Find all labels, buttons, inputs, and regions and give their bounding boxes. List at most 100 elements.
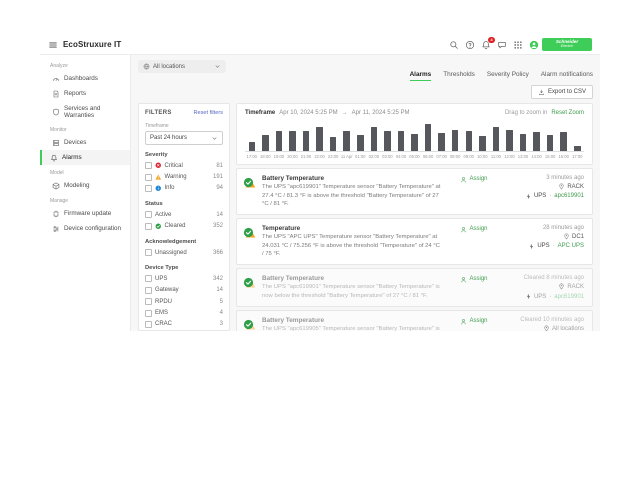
chart-bar[interactable] <box>547 135 554 151</box>
device-link[interactable]: APC UPS <box>558 243 584 249</box>
avatar-button[interactable] <box>529 40 539 50</box>
chart-bar[interactable] <box>574 146 581 151</box>
filter-option-cleared[interactable]: Cleared 352 <box>145 221 223 232</box>
alarm-device-row: UPS · apc619901 <box>525 293 584 300</box>
bar-chart[interactable] <box>245 123 584 152</box>
checkbox[interactable] <box>145 174 152 181</box>
alarm-card[interactable]: Battery Temperature The UPS "apc619901" … <box>236 268 593 307</box>
chart-bar[interactable] <box>276 131 283 151</box>
tab-alarms[interactable]: Alarms <box>410 71 432 81</box>
chart-bar[interactable] <box>330 137 337 151</box>
chart-bar[interactable] <box>466 131 473 151</box>
chart-bar[interactable] <box>493 127 500 151</box>
chart-bar[interactable] <box>560 132 567 151</box>
timeframe-select[interactable]: Past 24 hours <box>145 131 223 145</box>
checkbox[interactable] <box>145 223 152 230</box>
filter-option-crac[interactable]: CRAC 3 <box>145 319 223 330</box>
filter-option-rpdu[interactable]: RPDU 5 <box>145 296 223 307</box>
sidebar-item-device-configuration[interactable]: Device configuration <box>40 221 130 236</box>
filter-option-count: 3 <box>220 321 223 327</box>
sidebar-item-services-and-warranties[interactable]: Services and Warranties <box>40 101 130 122</box>
checkbox[interactable] <box>145 298 152 305</box>
apps-button[interactable] <box>513 40 523 50</box>
schneider-electric-logo[interactable]: Schneider Electric <box>542 38 592 51</box>
tab-alarm-notifications[interactable]: Alarm notifications <box>541 71 593 81</box>
chart-bar[interactable] <box>452 130 459 151</box>
filter-group-options: UPS 342 Gateway 14 RPDU 5 EMS 4 CRAC 3 <box>145 273 223 330</box>
sidebar-item-alarms[interactable]: Alarms <box>40 150 130 165</box>
chart-bar[interactable] <box>316 127 323 151</box>
alarm-location-row[interactable]: RACK <box>558 183 584 190</box>
device-link[interactable]: apc619901 <box>554 294 584 300</box>
x-axis-tick-label: 07:00 <box>435 154 449 159</box>
chart-bar[interactable] <box>289 131 296 151</box>
chart-bar[interactable] <box>371 127 378 151</box>
assign-button[interactable]: Assign <box>460 276 488 283</box>
checkbox[interactable] <box>145 185 152 192</box>
filters-title: FILTERS <box>145 110 172 116</box>
alarm-location-row[interactable]: RACK <box>558 283 584 290</box>
brand-line2: Electric <box>561 45 573 49</box>
reset-zoom-link[interactable]: Reset Zoom <box>551 110 584 116</box>
filter-option-ups[interactable]: UPS 342 <box>145 273 223 284</box>
alarm-card[interactable]: Temperature The UPS "APC UPS" Temperatur… <box>236 218 593 265</box>
checkbox[interactable] <box>145 162 152 169</box>
help-button[interactable] <box>465 40 475 50</box>
alarm-device-row: UPS · APC UPS <box>528 243 584 250</box>
location-selector[interactable]: All locations <box>138 60 226 73</box>
reset-filters-link[interactable]: Reset filters <box>193 110 223 116</box>
chart-bar[interactable] <box>506 130 513 151</box>
bar-slot <box>476 123 490 151</box>
filter-option-name: Unassigned <box>155 250 187 256</box>
assign-button[interactable]: Assign <box>460 318 488 325</box>
chart-bar[interactable] <box>411 134 418 151</box>
sliders-icon <box>52 225 60 233</box>
sidebar-item-reports[interactable]: Reports <box>40 86 130 101</box>
alarm-location-row[interactable]: All locations <box>543 325 584 331</box>
filter-option-critical[interactable]: Critical 81 <box>145 160 223 171</box>
checkbox[interactable] <box>145 275 152 282</box>
alarm-card[interactable]: Battery Temperature The UPS "apc619905" … <box>236 310 593 331</box>
tab-thresholds[interactable]: Thresholds <box>443 71 475 81</box>
filter-option-info[interactable]: Info 94 <box>145 183 223 194</box>
sidebar-item-dashboards[interactable]: Dashboards <box>40 71 130 86</box>
assign-button[interactable]: Assign <box>460 226 488 233</box>
location-selector-label: All locations <box>153 64 185 70</box>
assign-button[interactable]: Assign <box>460 176 488 183</box>
checkbox[interactable] <box>145 310 152 317</box>
checkbox[interactable] <box>145 249 152 256</box>
chart-bar[interactable] <box>533 132 540 151</box>
chart-bar[interactable] <box>479 136 486 151</box>
tab-severity-policy[interactable]: Severity Policy <box>487 71 529 81</box>
bell-button[interactable]: 4 <box>481 40 491 50</box>
alarm-card[interactable]: Battery Temperature The UPS "apc619901" … <box>236 168 593 215</box>
filter-option-unassigned[interactable]: Unassigned 366 <box>145 247 223 258</box>
filter-option-gateway[interactable]: Gateway 14 <box>145 285 223 296</box>
feedback-button[interactable] <box>497 40 507 50</box>
filter-option-active[interactable]: Active 14 <box>145 209 223 220</box>
chart-bar[interactable] <box>343 131 350 151</box>
chart-bar[interactable] <box>398 131 405 151</box>
chart-bar[interactable] <box>357 135 364 151</box>
device-link[interactable]: apc619901 <box>554 193 584 199</box>
checkbox[interactable] <box>145 211 152 218</box>
x-axis-tick-label: 01:00 <box>354 154 368 159</box>
sidebar-item-modeling[interactable]: Modeling <box>40 178 130 193</box>
chart-bar[interactable] <box>438 133 445 151</box>
checkbox[interactable] <box>145 321 152 328</box>
filter-option-ems[interactable]: EMS 4 <box>145 307 223 318</box>
chart-bar[interactable] <box>303 131 310 151</box>
export-csv-button[interactable]: Export to CSV <box>531 85 593 99</box>
checkbox[interactable] <box>145 287 152 294</box>
chart-bar[interactable] <box>262 135 269 151</box>
sidebar-item-firmware-update[interactable]: Firmware update <box>40 206 130 221</box>
filter-option-warning[interactable]: Warning 191 <box>145 171 223 182</box>
chart-bar[interactable] <box>520 134 527 151</box>
sidebar-item-devices[interactable]: Devices <box>40 135 130 150</box>
chart-bar[interactable] <box>425 124 432 151</box>
search-button[interactable] <box>449 40 459 50</box>
chart-bar[interactable] <box>384 131 391 151</box>
chart-bar[interactable] <box>249 142 256 151</box>
menu-icon[interactable] <box>48 40 58 50</box>
alarm-location-row[interactable]: DC1 <box>563 233 584 240</box>
